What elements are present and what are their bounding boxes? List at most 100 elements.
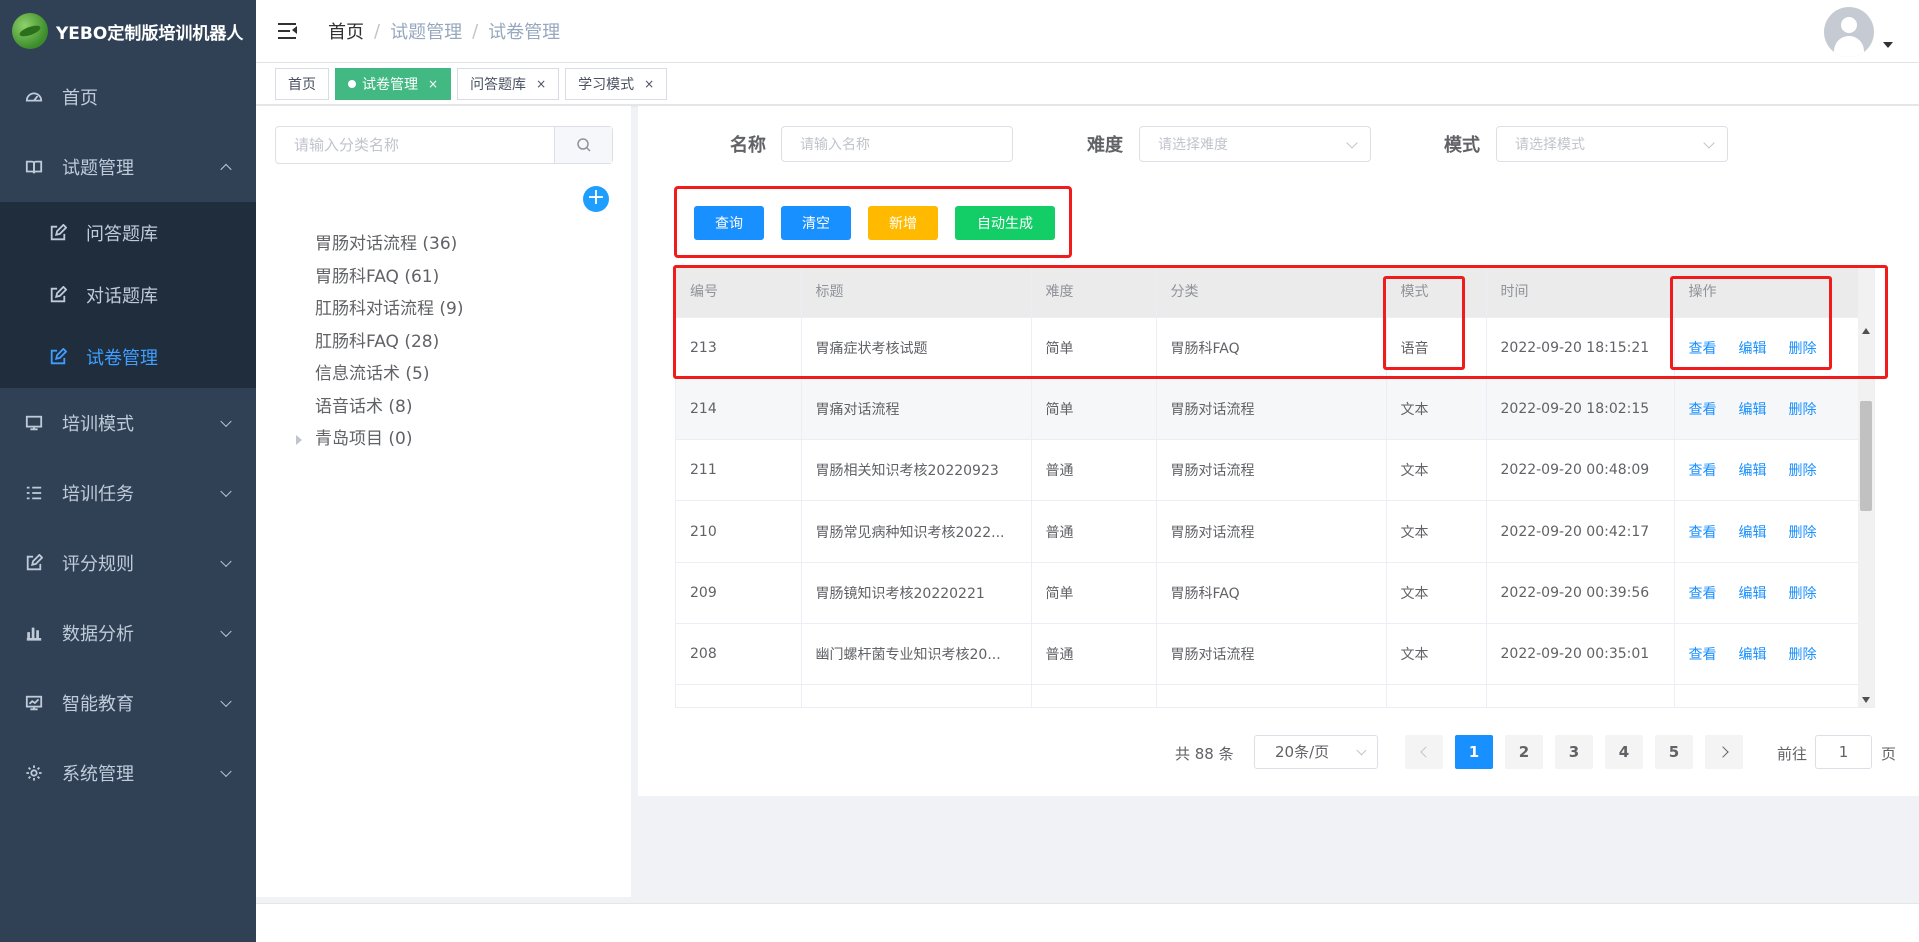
tree-node[interactable]: 肛肠科FAQ (28) <box>315 326 463 359</box>
clear-button[interactable]: 清空 <box>781 206 851 240</box>
page-button-1[interactable]: 1 <box>1455 735 1493 769</box>
filter-mode: 模式 <box>1444 126 1480 162</box>
breadcrumb-item-question-management[interactable]: 试题管理 <box>390 18 462 44</box>
edit-icon <box>48 223 68 243</box>
logo-icon <box>12 13 48 49</box>
view-link[interactable]: 查看 <box>1689 463 1717 479</box>
tree-node[interactable]: 胃肠对话流程 (36) <box>315 228 463 261</box>
add-category-button[interactable]: + <box>583 186 609 212</box>
cell-time: 2022-09-20 00:35:01 <box>1486 623 1675 686</box>
tag-qa-bank[interactable]: 问答题库 × <box>457 67 560 100</box>
next-page-button[interactable] <box>1705 735 1743 769</box>
query-button[interactable]: 查询 <box>694 206 764 240</box>
caret-down-icon[interactable] <box>1883 42 1893 48</box>
dashboard-icon <box>24 87 44 107</box>
auto-generate-button[interactable]: 自动生成 <box>955 206 1055 240</box>
cell-id: 209 <box>676 562 802 624</box>
scroll-down-icon[interactable] <box>1862 697 1870 703</box>
edit-icon <box>48 347 68 367</box>
sidebar-item-home[interactable]: 首页 <box>0 62 256 132</box>
sidebar-item-question-management[interactable]: 试题管理 <box>0 132 256 202</box>
tree-node[interactable]: 语音话术 (8) <box>315 391 463 424</box>
close-icon[interactable]: × <box>536 77 546 91</box>
tree-node[interactable]: 信息流话术 (5) <box>315 358 463 391</box>
tag-study-mode[interactable]: 学习模式 × <box>565 67 668 100</box>
top-navbar: 首页 / 试题管理 / 试卷管理 <box>256 0 1919 63</box>
chart-screen-icon <box>24 693 44 713</box>
edit-link[interactable]: 编辑 <box>1739 647 1767 663</box>
edit-link[interactable]: 编辑 <box>1739 525 1767 541</box>
sidebar-item-data-analysis[interactable]: 数据分析 <box>0 598 256 668</box>
monitor-icon <box>24 413 44 433</box>
cell-mode: 文本 <box>1386 439 1487 502</box>
bar-chart-icon <box>24 623 44 643</box>
cell-mode: 文本 <box>1386 562 1487 624</box>
name-input-placeholder: 请输入名称 <box>800 137 870 153</box>
breadcrumb-item-home[interactable]: 首页 <box>328 18 364 44</box>
edit-link[interactable]: 编辑 <box>1739 341 1767 357</box>
sidebar-item-label: 数据分析 <box>62 624 134 645</box>
delete-link[interactable]: 删除 <box>1789 402 1817 418</box>
name-input[interactable]: 请输入名称 <box>781 126 1013 162</box>
sidebar-item-training-mode[interactable]: 培训模式 <box>0 388 256 458</box>
delete-link[interactable]: 删除 <box>1789 525 1817 541</box>
sidebar-item-scoring-rules[interactable]: 评分规则 <box>0 528 256 598</box>
view-link[interactable]: 查看 <box>1689 647 1717 663</box>
difficulty-select[interactable]: 请选择难度 <box>1139 126 1371 162</box>
delete-link[interactable]: 删除 <box>1789 586 1817 602</box>
search-icon <box>576 138 591 152</box>
sidebar-item-dialog-bank[interactable]: 对话题库 <box>0 264 256 326</box>
view-link[interactable]: 查看 <box>1689 402 1717 418</box>
cell-difficulty: 简单 <box>1031 317 1157 379</box>
delete-link[interactable]: 删除 <box>1789 463 1817 479</box>
sidebar-item-qa-bank[interactable]: 问答题库 <box>0 202 256 264</box>
view-link[interactable]: 查看 <box>1689 341 1717 357</box>
tag-label: 学习模式 <box>578 76 635 93</box>
caret-right-icon[interactable] <box>296 435 302 445</box>
sidebar-item-training-task[interactable]: 培训任务 <box>0 458 256 528</box>
tag-home[interactable]: 首页 <box>275 67 329 100</box>
search-button[interactable] <box>554 127 612 163</box>
category-search-input[interactable] <box>276 127 554 163</box>
view-link[interactable]: 查看 <box>1689 525 1717 541</box>
edit-link[interactable]: 编辑 <box>1739 402 1767 418</box>
page-button-4[interactable]: 4 <box>1605 735 1643 769</box>
tree-node[interactable]: 胃肠科FAQ (61) <box>315 261 463 294</box>
column-header-id: 编号 <box>676 266 802 318</box>
tag-label: 问答题库 <box>470 76 527 93</box>
add-button[interactable]: 新增 <box>868 206 938 240</box>
table-scrollbar[interactable] <box>1858 266 1874 707</box>
edit-link[interactable]: 编辑 <box>1739 463 1767 479</box>
delete-link[interactable]: 删除 <box>1789 341 1817 357</box>
sidebar-item-exam-management[interactable]: 试卷管理 <box>0 326 256 388</box>
goto-page-input[interactable]: 1 <box>1815 735 1872 769</box>
page-button-2[interactable]: 2 <box>1505 735 1543 769</box>
cell-time: 2022-09-20 00:39:56 <box>1486 562 1675 624</box>
tree-node-expandable[interactable]: 青岛项目 (0) <box>296 423 463 456</box>
exam-list-panel: 名称 请输入名称 难度 请选择难度 模式 请选择模式 查询 清空 新增 自动生成… <box>638 106 1919 796</box>
sidebar-item-smart-education[interactable]: 智能教育 <box>0 668 256 738</box>
cell-actions: 查看 编辑 删除 <box>1674 623 1861 686</box>
close-icon[interactable]: × <box>644 77 654 91</box>
page-button-5[interactable]: 5 <box>1655 735 1693 769</box>
close-icon[interactable]: × <box>428 77 438 91</box>
scroll-up-icon[interactable] <box>1862 328 1870 334</box>
delete-link[interactable]: 删除 <box>1789 647 1817 663</box>
mode-select[interactable]: 请选择模式 <box>1496 126 1728 162</box>
avatar[interactable] <box>1824 7 1874 57</box>
prev-page-button[interactable] <box>1405 735 1443 769</box>
hamburger-icon[interactable] <box>278 22 298 40</box>
cell-category: 胃肠对话流程 <box>1156 378 1387 441</box>
sidebar-item-system-management[interactable]: 系统管理 <box>0 738 256 808</box>
scrollbar-thumb[interactable] <box>1860 401 1872 511</box>
page-size-select[interactable]: 20条/页 <box>1254 735 1378 769</box>
cell-time: 2022-09-20 18:15:21 <box>1486 317 1675 379</box>
app-logo: YEBO定制版培训机器人 <box>0 0 256 62</box>
cell-id: 208 <box>676 623 802 686</box>
tree-node[interactable]: 肛肠科对话流程 (9) <box>315 293 463 326</box>
view-link[interactable]: 查看 <box>1689 586 1717 602</box>
filter-difficulty: 难度 <box>1087 126 1123 162</box>
tag-exam-management[interactable]: 试卷管理 × <box>335 67 452 100</box>
page-button-3[interactable]: 3 <box>1555 735 1593 769</box>
edit-link[interactable]: 编辑 <box>1739 586 1767 602</box>
